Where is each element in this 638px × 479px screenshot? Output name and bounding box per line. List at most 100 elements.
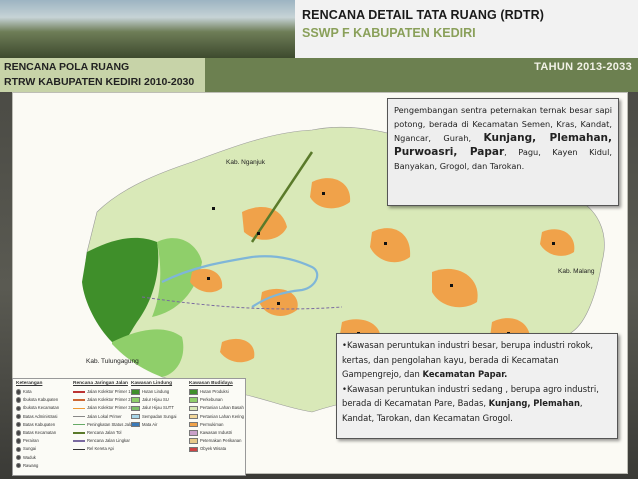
label-nganjuk: Kab. Nganjuk	[226, 159, 266, 166]
legend-label: Rawang	[23, 462, 39, 468]
legend-item: Jalan Kolektor Primer 2	[73, 397, 131, 402]
map-legend: Keterangan Kota Ibukota Kabupaten Ibukota …	[12, 378, 246, 476]
legend-item: Rel Kereta Api	[73, 446, 114, 451]
legend-label: Jalan Lokal Primer	[87, 413, 122, 419]
page-subtitle: SSWP F KABUPATEN KEDIRI	[302, 26, 476, 40]
legend-line	[73, 440, 85, 442]
legend-label: Waduk	[23, 454, 36, 460]
legend-item: Batas Administrasi	[16, 414, 57, 420]
legend-item: Perkebunan	[189, 397, 223, 403]
legend-marker	[16, 413, 21, 420]
legend-label: Sungai	[23, 446, 37, 452]
legend-item: Kawasan Industri	[189, 430, 232, 436]
label-tulungagung: Kab. Tulungagung	[86, 358, 139, 365]
legend-item: Kota	[16, 389, 32, 395]
legend-label: Perkebunan	[200, 397, 223, 403]
legend-item: Ibukota Kecamatan	[16, 405, 60, 412]
legend-line	[73, 448, 85, 450]
callout-industry: •Kawasan peruntukan industri besar, beru…	[336, 333, 618, 439]
legend-label: Peternakan Perikanan	[200, 438, 242, 444]
legend-marker	[16, 454, 21, 461]
legend-swatch	[131, 389, 140, 395]
legend-marker	[16, 389, 21, 395]
legend-label: Pertanian Lahan Basah	[200, 405, 244, 411]
legend-label: Kawasan Industri	[200, 430, 233, 435]
legend-marker	[16, 430, 21, 436]
legend-swatch	[189, 389, 198, 395]
legend-label: Batas Administrasi	[23, 413, 58, 419]
legend-line	[73, 391, 85, 393]
year-label: TAHUN 2013-2033	[534, 61, 632, 73]
legend-item: Peningkatan Status Jalan	[73, 422, 135, 427]
legend-label: Batas Kecamatan	[23, 430, 57, 435]
legend-line	[73, 399, 85, 401]
legend-label: Jalan Kolektor Primer 3	[87, 405, 131, 411]
legend-item: Batas Kecamatan	[16, 430, 56, 436]
legend-label: Batas Kabupaten	[23, 421, 56, 427]
section-subtitle: RTRW KABUPATEN KEDIRI 2010-2030	[4, 76, 195, 88]
legend-label: Perairan	[23, 438, 39, 444]
industry-medium-bold2: Plemahan	[533, 398, 580, 408]
legend-label: Ibukota Kecamatan	[23, 405, 60, 411]
legend-swatch	[131, 421, 140, 428]
legend-item: Permukiman	[189, 422, 224, 428]
legend-label: Rel Kereta Api	[87, 446, 114, 452]
legend-label: Mata Air	[142, 421, 158, 427]
industry-large-bold: Kecamatan Papar.	[422, 369, 508, 379]
legend-item: Jalur Hijau SU	[131, 397, 169, 403]
legend-item: Sungai	[16, 446, 37, 453]
legend-swatch	[131, 405, 140, 412]
legend-col4-title: Kawasan Budidaya	[189, 381, 233, 386]
section-title: RENCANA POLA RUANG	[4, 61, 130, 73]
legend-line	[73, 432, 85, 434]
legend-item: Jalan Lokal Primer	[73, 414, 122, 419]
legend-label: Pertanian Lahan Kering	[200, 413, 245, 419]
legend-item: Obyek Wisata	[189, 446, 227, 453]
header-photo	[0, 0, 295, 58]
legend-swatch	[131, 413, 140, 420]
legend-label: Jalur Hijau SU	[142, 397, 169, 403]
legend-item: Hutan Produksi	[189, 389, 229, 395]
page-title: RENCANA DETAIL TATA RUANG (RDTR)	[302, 8, 545, 22]
legend-item: Waduk	[16, 455, 36, 461]
legend-col2-title: Rencana Jaringan Jalan	[73, 381, 128, 386]
legend-marker	[16, 462, 21, 469]
legend-item: Pertanian Lahan Basah	[189, 405, 244, 412]
legend-line	[73, 424, 85, 426]
legend-label: Jalan Kolektor Primer 1	[87, 389, 131, 394]
callout-livestock: Pengembangan sentra peternakan ternak be…	[387, 98, 619, 206]
legend-swatch	[189, 430, 198, 436]
legend-swatch	[189, 405, 198, 412]
legend-item: Rencana Jalan Tol	[73, 430, 121, 435]
legend-marker	[16, 405, 21, 412]
legend-marker	[16, 421, 21, 428]
legend-item: Jalan Kolektor Primer 1	[73, 389, 131, 394]
legend-item: Perairan	[16, 438, 39, 444]
legend-swatch	[189, 438, 198, 444]
industry-medium-bold1: Kunjang,	[488, 398, 531, 408]
legend-item: Peternakan Perikanan	[189, 438, 241, 444]
legend-swatch	[189, 446, 198, 453]
legend-swatch	[189, 413, 198, 420]
legend-label: Peningkatan Status Jalan	[87, 421, 135, 427]
legend-label: Rencana Jalan Tol	[87, 430, 122, 435]
legend-item: Jalan Kolektor Primer 3	[73, 405, 131, 410]
legend-label: Jalan Kolektor Primer 2	[87, 397, 131, 403]
legend-swatch	[189, 397, 198, 403]
legend-swatch	[131, 397, 140, 403]
legend-item: Mata Air	[131, 422, 157, 428]
legend-item: Hutan Lindung	[131, 389, 169, 395]
legend-col3-title: Kawasan Lindung	[131, 381, 173, 386]
legend-item: Rawang	[16, 463, 38, 469]
legend-label: Obyek Wisata	[200, 446, 227, 452]
legend-item: Jalur Hijau SUTT	[131, 405, 174, 412]
legend-item: Batas Kabupaten	[16, 422, 55, 428]
legend-label: Kota	[23, 389, 32, 394]
legend-label: Permukiman	[200, 421, 224, 427]
legend-marker	[16, 446, 21, 453]
legend-item: Ibukota Kabupaten	[16, 397, 58, 403]
legend-label: Hutan Lindung	[142, 389, 170, 394]
legend-line	[73, 415, 85, 418]
legend-swatch	[189, 421, 198, 428]
legend-label: Ibukota Kabupaten	[23, 397, 59, 403]
